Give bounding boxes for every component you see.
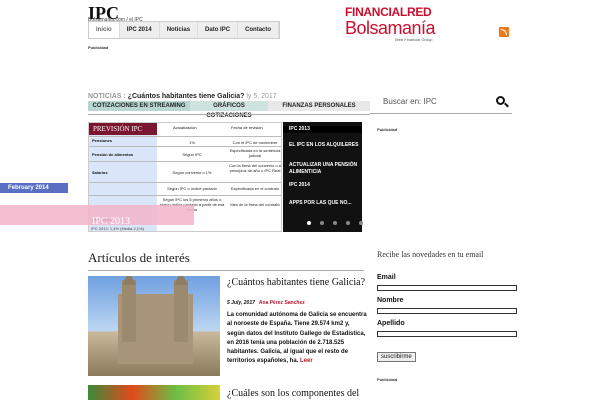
row-fecha: Con la firma del convenio o a principios…: [229, 163, 281, 173]
slider-dot[interactable]: [307, 221, 311, 225]
col-header-fecha: Fecha de revisión: [231, 125, 263, 130]
divider: [88, 270, 364, 271]
slider-item-ipc-alquileres[interactable]: EL IPC EN LOS ALQUILERES: [283, 142, 362, 149]
financialred-logo[interactable]: FINANCIALRED: [345, 5, 432, 19]
article-author[interactable]: Ana Pérez Sanchez: [259, 300, 305, 306]
slider-item-ipc-2014[interactable]: IPC 2014: [283, 182, 362, 189]
slider-pager: [307, 221, 363, 225]
row-name: Pensiones: [92, 138, 113, 143]
slider-menu: IPC 2013 EL IPC EN LOS ALQUILERES ACTUAL…: [283, 122, 363, 232]
search-input[interactable]: Buscar en: IPC: [383, 97, 437, 106]
ticker-label: NOTICIAS :: [88, 93, 126, 100]
article-date: 5 July, 2017: [227, 300, 255, 306]
slide-note: IPC 2012: 1,4% (Media 2,1%): [91, 226, 144, 231]
slider-item-apps[interactable]: APPS POR LAS QUE NO...: [283, 200, 362, 207]
article-image[interactable]: [88, 385, 220, 400]
nav-item-noticias[interactable]: Noticias: [160, 22, 199, 38]
tab-finanzas-personales[interactable]: FINANZAS PERSONALES: [268, 101, 370, 111]
newsletter-title: Recibe las novedades en tu email: [377, 250, 484, 259]
cathedral-tower: [122, 276, 136, 342]
bolsamania-logo-subtitle: Web Financial Group: [395, 37, 433, 42]
nombre-label: Nombre: [377, 297, 404, 304]
row-fecha: Especificada en la sentencia judicial: [229, 148, 281, 158]
row-fecha: Especificada en el contrato: [230, 186, 280, 191]
article-title[interactable]: ¿Cuántos habitantes tiene Galicia?: [227, 277, 365, 288]
row-actualizacion: Según convenio o 1%: [172, 170, 212, 175]
tab-cotizaciones-streaming[interactable]: COTIZACIONES EN STREAMING: [88, 101, 190, 111]
nombre-field[interactable]: [377, 308, 517, 314]
row-name: Salarios: [92, 170, 108, 175]
col-header-actualizacion: Actualización: [173, 125, 197, 130]
row-actualizacion: Según IPC o índice pactado: [167, 186, 217, 191]
slider-item-ipc-2013[interactable]: IPC 2013: [283, 126, 362, 133]
nav-item-contacto[interactable]: Contacto: [238, 22, 280, 38]
subscribe-button[interactable]: suscribirme: [377, 352, 416, 362]
row-actualizacion: 1%: [189, 140, 195, 145]
prevision-label: PREVISIÓN IPC: [89, 123, 157, 135]
rss-icon[interactable]: [499, 27, 509, 37]
slider-dot[interactable]: [359, 221, 363, 225]
cathedral-tower: [174, 276, 188, 342]
publicidad-label: Publicidad: [377, 127, 398, 132]
financialred-logo-text-1: FINANCIAL: [345, 5, 407, 19]
search-icon[interactable]: [496, 96, 505, 105]
nav-item-ipc-2014[interactable]: IPC 2014: [120, 22, 160, 38]
quick-tabs: COTIZACIONES EN STREAMING GRÁFICOS COTIZ…: [88, 101, 370, 119]
section-title: Artículos de interés: [88, 250, 190, 265]
slider-dot[interactable]: [320, 221, 324, 225]
divider: [88, 114, 370, 115]
slider-dot[interactable]: [333, 221, 337, 225]
news-ticker: NOTICIAS : ¿Cuántos habitantes tiene Gal…: [88, 93, 370, 100]
publicidad-label: Publicidad: [88, 45, 109, 50]
article-image[interactable]: [88, 276, 220, 376]
slide-date-label: February 2014: [0, 183, 68, 193]
apellido-field[interactable]: [377, 331, 517, 337]
row-name: Pensión de alimentos: [92, 152, 134, 157]
ticker-date: ly 5, 2017: [246, 93, 277, 100]
table-row: Salarios Según convenio o 1% Con la firm…: [89, 161, 281, 182]
slider-dot[interactable]: [346, 221, 350, 225]
ticker-headline[interactable]: ¿Cuántos habitantes tiene Galicia?: [128, 93, 245, 100]
row-fecha: Mes de la firma del contrato: [230, 202, 280, 207]
table-row: Alquileres Según IPC o índice pactado Es…: [89, 182, 281, 222]
apellido-label: Apellido: [377, 320, 405, 327]
article-meta: 5 July, 2017 Ana Pérez Sanchez: [227, 300, 305, 306]
bolsamania-logo[interactable]: Bolsamanía: [345, 18, 436, 39]
row-actualizacion: Según IPC: [182, 152, 202, 157]
article-title[interactable]: ¿Cuáles son los componentes del: [227, 388, 365, 399]
email-label: Email: [377, 274, 396, 281]
cathedral-spire: [122, 276, 136, 285]
table-row: Pensión de alimentos Según IPC Especific…: [89, 146, 281, 161]
publicidad-label: Publicidad: [377, 377, 398, 382]
row-fecha: Con el IPC de noviembre: [232, 140, 278, 145]
tab-graficos-cotizaciones[interactable]: GRÁFICOS COTIZACIONES: [190, 101, 268, 119]
email-field[interactable]: [377, 285, 517, 291]
table-row: Pensiones 1% Con el IPC de noviembre: [89, 136, 281, 146]
cathedral-spire: [174, 276, 188, 285]
main-nav: Inicio IPC 2014 Noticias Dato IPC Contac…: [88, 21, 281, 39]
read-more-link[interactable]: Leer: [300, 358, 313, 364]
nav-item-inicio[interactable]: Inicio: [89, 22, 120, 38]
slider-item-pension-alimenticia[interactable]: ACTUALIZAR UNA PENSIÓN ALIMENTICIA: [283, 162, 362, 176]
financialred-logo-text-2: RED: [406, 5, 432, 19]
article-excerpt: La comunidad autónoma de Galicia se encu…: [227, 311, 367, 367]
article-body: La comunidad autónoma de Galicia se encu…: [227, 312, 367, 365]
nav-item-dato-ipc[interactable]: Dato IPC: [198, 22, 239, 38]
